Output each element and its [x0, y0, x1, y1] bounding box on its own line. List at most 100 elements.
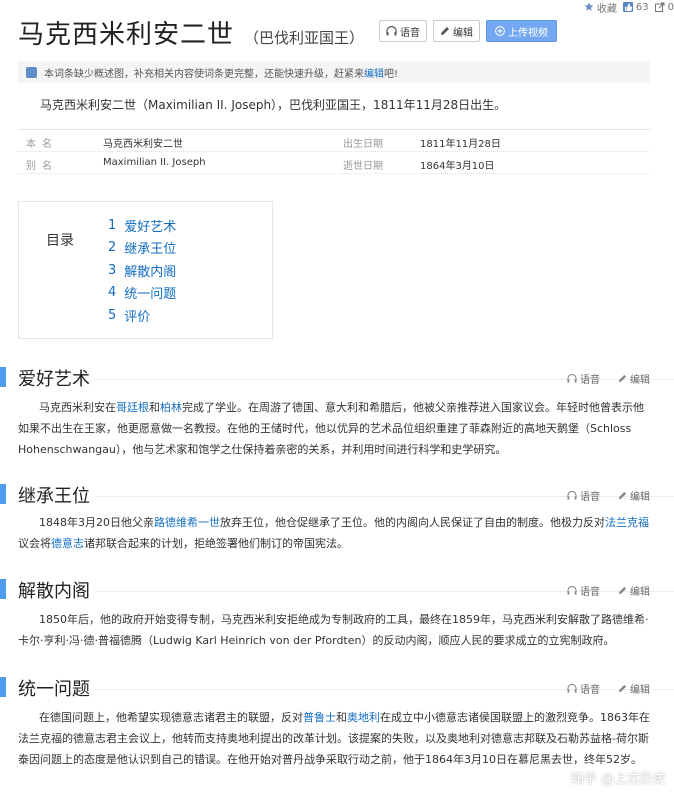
toc-item-number: 3 [108, 262, 117, 278]
edit-notice-icon [26, 66, 37, 78]
toc-item[interactable]: 1 爱好艺术 [108, 214, 176, 237]
section-voice-label: 语音 [580, 492, 600, 503]
paragraph-text: 马克西米利安在 [39, 401, 116, 414]
section-edit-button[interactable]: 编辑 [618, 488, 650, 503]
paragraph-text: 1848年3月20日他父亲 [39, 516, 154, 529]
section-header: 爱好艺术 语音 编辑 [0, 363, 674, 390]
toc-item[interactable]: 3 解散内阁 [108, 259, 176, 282]
edit-button[interactable]: 编辑 [433, 20, 480, 42]
info-key: 逝世日期 [343, 161, 383, 172]
upload-video-label: 上传视频 [508, 27, 548, 39]
section-tools: 语音 编辑 [567, 371, 650, 386]
inline-link[interactable]: 普鲁士 [303, 711, 336, 724]
title-row: 马克西米利安二世 （巴伐利亚国王） [18, 14, 364, 50]
section-accent-bar [0, 367, 6, 387]
toc-item[interactable]: 4 统一问题 [108, 282, 176, 305]
toc-item-number: 2 [108, 240, 117, 256]
toc-title: 目录 [46, 233, 74, 249]
plus-circle-icon [495, 26, 505, 36]
section-tools: 语音 编辑 [567, 583, 650, 598]
pencil-icon [618, 374, 627, 383]
section-tools: 语音 编辑 [567, 488, 650, 503]
paragraph-text: 在德国问题上，他希望实现德意志诸君主的联盟，反对 [39, 711, 303, 724]
section-edit-button[interactable]: 编辑 [618, 371, 650, 386]
like-button[interactable]: 63 [622, 1, 649, 13]
info-value: Maximilian II. Joseph [103, 157, 206, 168]
top-action-bar: 收藏 63 0 [584, 0, 674, 15]
info-key: 本名 [26, 139, 58, 150]
paragraph-text: 1850年后，他的政府开始变得专制，马克西米利安拒绝成为专制政府的工具，最终在1… [18, 613, 649, 647]
headphone-icon [567, 684, 577, 693]
info-value: 1864年3月10日 [420, 161, 495, 172]
paragraph-text: 和 [149, 401, 160, 414]
toc-list: 1 爱好艺术 2 继承王位 3 解散内阁 4 统一问题 5 评价 [108, 214, 176, 327]
section-paragraph: 1848年3月20日他父亲路德维希一世放弃王位，他仓促继承了王位。他的内阁向人民… [18, 512, 650, 554]
toc-item-label: 统一问题 [124, 287, 177, 303]
section-title: 爱好艺术 [18, 369, 90, 390]
section-voice-button[interactable]: 语音 [567, 681, 600, 696]
inline-link[interactable]: 奥地利 [347, 711, 380, 724]
section-accent-bar [0, 677, 6, 697]
like-count: 63 [635, 1, 649, 13]
section-edit-button[interactable]: 编辑 [618, 681, 650, 696]
info-row: 本名 马克西米利安二世 出生日期 1811年11月28日 [18, 130, 650, 152]
paragraph-text: 议会将 [18, 537, 51, 550]
table-of-contents: 目录 1 爱好艺术 2 继承王位 3 解散内阁 4 统一问题 5 评价 [18, 201, 273, 339]
toc-item-label: 继承王位 [124, 242, 177, 258]
inline-link[interactable]: 路德维希一世 [154, 516, 220, 529]
toc-item-number: 1 [108, 217, 117, 233]
inline-link[interactable]: 哥廷根 [116, 401, 149, 414]
section-header: 统一问题 语音 编辑 [0, 673, 674, 700]
headphone-icon [567, 491, 577, 500]
section-title: 统一问题 [18, 679, 90, 700]
section-edit-label: 编辑 [630, 492, 650, 503]
notice-text-end: 吧! [384, 68, 399, 80]
section-header: 解散内阁 语音 编辑 [0, 575, 674, 602]
paragraph-text: 诸邦联合起来的计划，拒绝签署他们制订的帝国宪法。 [84, 537, 348, 550]
basic-info-box: 本名 马克西米利安二世 出生日期 1811年11月28日 别名 Maximili… [18, 129, 650, 174]
toc-item[interactable]: 2 继承王位 [108, 237, 176, 260]
info-key: 出生日期 [343, 139, 383, 150]
toc-item-number: 4 [108, 285, 117, 301]
section-title: 解散内阁 [18, 581, 90, 602]
section-voice-button[interactable]: 语音 [567, 488, 600, 503]
pencil-icon [618, 491, 627, 500]
toc-item-label: 评价 [124, 309, 151, 325]
section-edit-label: 编辑 [630, 587, 650, 598]
section-paragraph: 马克西米利安在哥廷根和柏林完成了学业。在周游了德国、意大利和希腊后，他被父亲推荐… [18, 397, 650, 460]
lemma-summary: 马克西米利安二世（Maximilian II. Joseph），巴伐利亚国王，1… [40, 98, 507, 112]
share-button[interactable]: 0 [654, 1, 674, 13]
headphone-icon [567, 374, 577, 383]
share-count: 0 [667, 1, 674, 13]
pencil-icon [618, 684, 627, 693]
section-voice-label: 语音 [580, 375, 600, 386]
section-voice-label: 语音 [580, 587, 600, 598]
inline-link[interactable]: 柏林 [160, 401, 182, 414]
toc-item[interactable]: 5 评价 [108, 304, 176, 327]
section-title: 继承王位 [18, 486, 90, 507]
toc-item-label: 解散内阁 [124, 264, 177, 280]
paragraph-text: 放弃王位，他仓促继承了王位。他的内阁向人民保证了自由的制度。他极力反对 [220, 516, 605, 529]
section-paragraph: 1850年后，他的政府开始变得专制，马克西米利安拒绝成为专制政府的工具，最终在1… [18, 609, 650, 651]
info-value: 马克西米利安二世 [103, 139, 183, 150]
headphone-icon [386, 26, 397, 36]
section-voice-button[interactable]: 语音 [567, 371, 600, 386]
inline-link[interactable]: 法兰克福 [605, 516, 649, 529]
info-key: 别名 [26, 161, 58, 172]
info-row: 别名 Maximilian II. Joseph 逝世日期 1864年3月10日 [18, 152, 650, 174]
notice-edit-link[interactable]: 编辑 [364, 65, 384, 80]
inline-link[interactable]: 德意志 [51, 537, 84, 550]
section-voice-label: 语音 [580, 685, 600, 696]
toc-item-label: 爱好艺术 [124, 219, 177, 235]
section-voice-button[interactable]: 语音 [567, 583, 600, 598]
section-edit-button[interactable]: 编辑 [618, 583, 650, 598]
voice-button[interactable]: 语音 [379, 20, 427, 42]
info-value: 1811年11月28日 [420, 139, 501, 150]
upload-video-button[interactable]: 上传视频 [486, 20, 557, 42]
collect-button[interactable]: 收藏 [584, 0, 617, 15]
section-accent-bar [0, 579, 6, 599]
section-accent-bar [0, 484, 6, 504]
page-subtitle: （巴伐利亚国王） [244, 29, 365, 47]
star-icon [584, 2, 594, 11]
title-actions: 语音 编辑 上传视频 [379, 20, 557, 42]
